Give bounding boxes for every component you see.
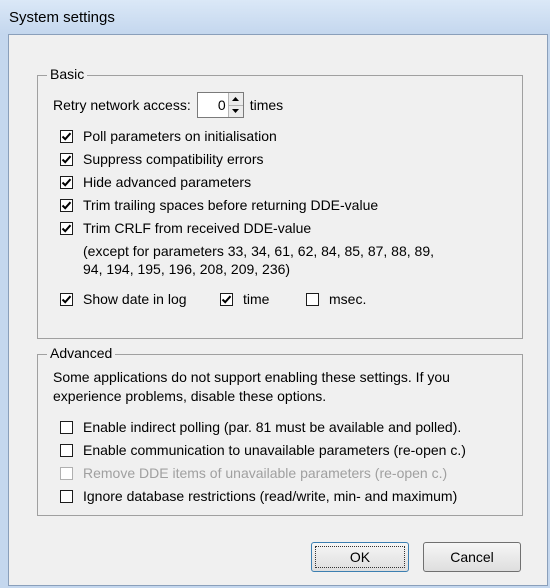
retry-label: Retry network access:	[53, 97, 191, 113]
triangle-down-icon	[232, 109, 240, 114]
suppress-compat-errors-checkbox[interactable]: Suppress compatibility errors	[60, 151, 264, 167]
basic-group-legend: Basic	[47, 66, 88, 82]
spin-down-button[interactable]	[228, 104, 243, 117]
triangle-up-icon	[232, 96, 240, 101]
cancel-button-label: Cancel	[450, 549, 494, 565]
enable-indirect-polling-checkbox[interactable]: Enable indirect polling (par. 81 must be…	[60, 419, 461, 435]
show-date-checkbox[interactable]: Show date in log	[60, 291, 187, 307]
show-msec-checkbox[interactable]: msec.	[306, 291, 366, 307]
checkbox-label: Suppress compatibility errors	[83, 151, 264, 167]
checkbox-label: Enable communication to unavailable para…	[83, 442, 466, 458]
show-time-checkbox[interactable]: time	[220, 291, 269, 307]
enable-unavailable-params-checkbox[interactable]: Enable communication to unavailable para…	[60, 442, 466, 458]
dialog-body: Basic Retry network access: 0 times Poll…	[8, 34, 548, 586]
retry-spinbox[interactable]: 0	[196, 92, 244, 118]
checkbox-box[interactable]	[220, 292, 233, 306]
checkbox-label: Enable indirect polling (par. 81 must be…	[83, 419, 462, 435]
checkbox-label: Remove DDE items of unavailable paramete…	[83, 465, 448, 481]
retry-unit-label: times	[249, 97, 284, 113]
advanced-group: Advanced Some applications do not suppor…	[37, 345, 523, 516]
advanced-description-line2: experience problems, disable these optio…	[53, 388, 327, 404]
advanced-group-legend: Advanced	[47, 345, 116, 361]
checkbox-box[interactable]	[60, 175, 73, 189]
crlf-note-line1: (except for parameters 33, 34, 61, 62, 8…	[83, 243, 434, 259]
trim-trailing-spaces-checkbox[interactable]: Trim trailing spaces before returning DD…	[60, 197, 378, 213]
checkbox-box[interactable]	[60, 443, 73, 457]
retry-value-input[interactable]: 0	[198, 93, 228, 117]
hide-advanced-params-checkbox[interactable]: Hide advanced parameters	[60, 174, 251, 190]
checkbox-box[interactable]	[60, 129, 73, 143]
checkbox-box[interactable]	[60, 420, 73, 434]
trim-crlf-checkbox[interactable]: Trim CRLF from received DDE-value	[60, 220, 311, 236]
checkbox-box[interactable]	[306, 292, 319, 306]
checkbox-label: Hide advanced parameters	[83, 174, 252, 190]
checkmark-icon	[61, 155, 72, 164]
checkbox-box	[60, 466, 73, 480]
checkbox-label: time	[243, 291, 270, 307]
checkbox-label: Trim CRLF from received DDE-value	[83, 220, 312, 236]
ignore-db-restrictions-checkbox[interactable]: Ignore database restrictions (read/write…	[60, 488, 457, 504]
checkbox-label: Poll parameters on initialisation	[83, 128, 277, 144]
checkbox-box[interactable]	[60, 152, 73, 166]
poll-on-init-checkbox[interactable]: Poll parameters on initialisation	[60, 128, 277, 144]
settings-window: System settings Basic Retry network acce…	[0, 0, 550, 588]
checkbox-label: Ignore database restrictions (read/write…	[83, 488, 458, 504]
checkmark-icon	[61, 224, 72, 233]
checkmark-icon	[61, 132, 72, 141]
checkmark-icon	[61, 201, 72, 210]
checkmark-icon	[61, 295, 72, 304]
cancel-button[interactable]: Cancel	[423, 542, 521, 572]
remove-dde-items-checkbox: Remove DDE items of unavailable paramete…	[60, 465, 447, 481]
title-bar[interactable]: System settings	[0, 0, 550, 34]
checkmark-icon	[61, 178, 72, 187]
checkbox-label: Trim trailing spaces before returning DD…	[83, 197, 379, 213]
crlf-note-line2: 94, 194, 195, 196, 208, 209, 236)	[83, 261, 291, 277]
checkbox-box[interactable]	[60, 221, 73, 235]
ok-button[interactable]: OK	[311, 542, 409, 572]
checkbox-box[interactable]	[60, 198, 73, 212]
checkbox-label: Show date in log	[83, 291, 187, 307]
advanced-description-line1: Some applications do not support enablin…	[53, 369, 450, 385]
basic-group: Basic Retry network access: 0 times Poll…	[37, 66, 523, 339]
checkbox-box[interactable]	[60, 292, 73, 306]
spin-up-button[interactable]	[228, 93, 243, 105]
window-title: System settings	[9, 9, 115, 26]
retry-row: Retry network access: 0 times	[53, 92, 283, 118]
checkbox-box[interactable]	[60, 489, 73, 503]
checkmark-icon	[221, 295, 232, 304]
checkbox-label: msec.	[329, 291, 367, 307]
